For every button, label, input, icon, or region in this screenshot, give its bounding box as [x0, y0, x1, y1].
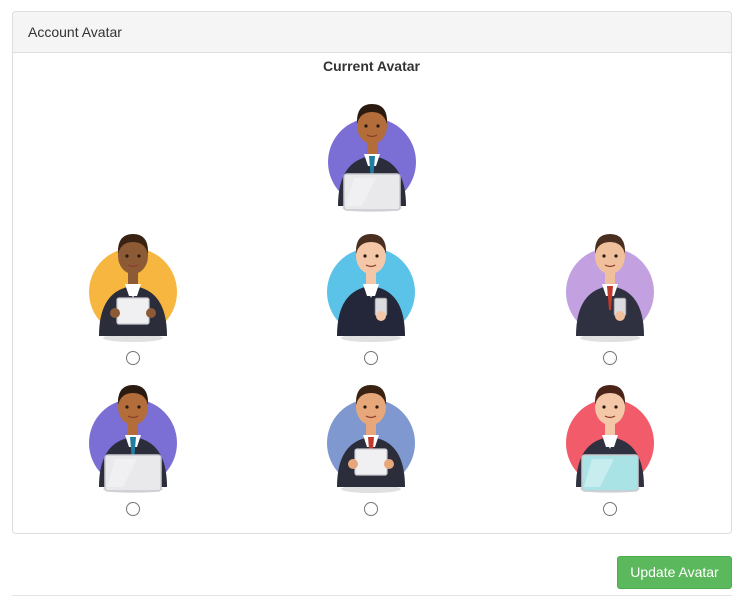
avatar-option-2-radio[interactable]	[364, 351, 378, 365]
avatar-option-5-radio[interactable]	[364, 502, 378, 516]
avatar-option-1-image[interactable]	[85, 218, 181, 342]
avatar-option-4-radio[interactable]	[126, 502, 140, 516]
panel-title: Account Avatar	[28, 24, 122, 40]
avatar-option-3-radio[interactable]	[603, 351, 617, 365]
divider	[12, 595, 732, 596]
avatar-option-1-radio[interactable]	[126, 351, 140, 365]
avatar-option-3-image[interactable]	[562, 218, 658, 342]
avatar-option-5-image[interactable]	[323, 369, 419, 493]
avatar-option-6-image[interactable]	[562, 369, 658, 493]
current-avatar-image	[324, 88, 420, 212]
avatar-option-4-image[interactable]	[85, 369, 181, 493]
panel-heading: Account Avatar	[13, 12, 731, 53]
current-avatar-title: Current Avatar	[323, 58, 420, 74]
avatar-option-2-image[interactable]	[323, 218, 419, 342]
avatar-option-6-radio[interactable]	[603, 502, 617, 516]
update-avatar-button[interactable]: Update Avatar	[617, 556, 732, 589]
